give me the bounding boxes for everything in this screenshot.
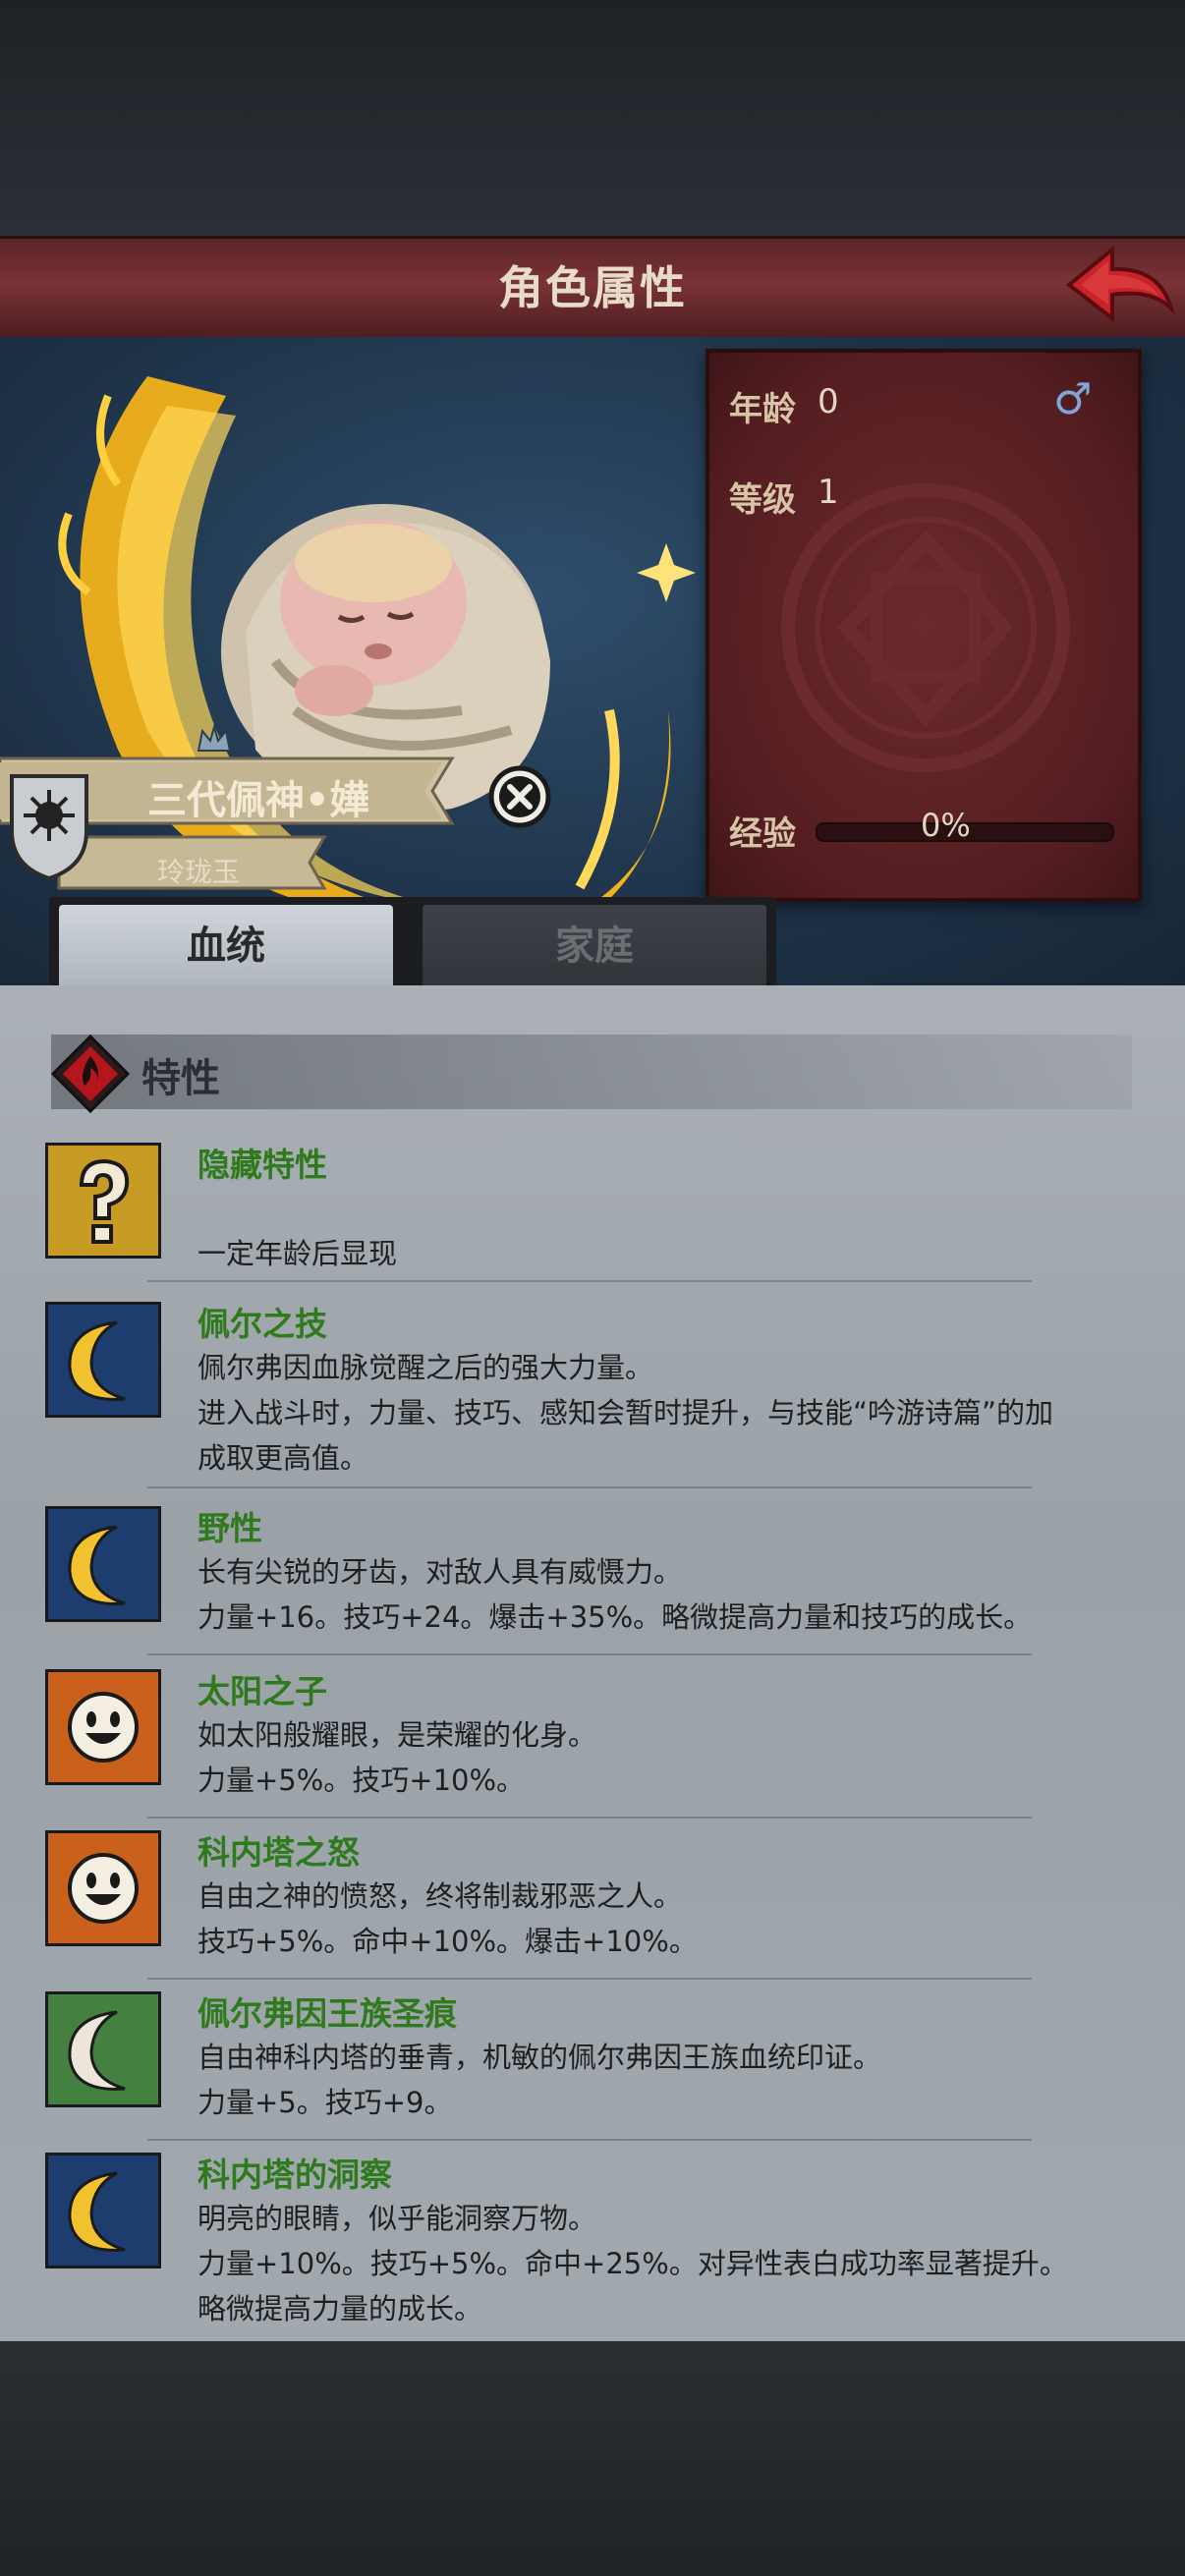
trait-name: 佩尔弗因王族圣痕 — [198, 1994, 457, 2033]
back-arrow-icon — [1065, 245, 1176, 323]
traits-section-title: 特性 — [141, 1056, 220, 1101]
sun-crest-shield-icon — [8, 772, 90, 886]
trait-desc-line: 如太阳般耀眼，是荣耀的化身。 — [198, 1718, 597, 1752]
trait-item-sun-child[interactable]: 太阳之子 如太阳般耀眼，是荣耀的化身。 力量+5%。技巧+10%。 — [45, 1669, 1146, 1807]
trait-divider — [147, 1486, 1032, 1488]
age-value: 0 — [818, 382, 839, 421]
male-icon: ♂ — [1053, 374, 1093, 424]
exp-value: 0% — [921, 807, 971, 844]
trait-divider — [147, 1653, 1032, 1655]
level-label: 等级 — [729, 480, 796, 520]
trait-item-hidden[interactable]: 隐藏特性 一定年龄后显现 — [45, 1143, 1146, 1270]
sparkle-star-icon — [637, 543, 696, 602]
trait-name: 科内塔之怒 — [198, 1833, 360, 1872]
trait-desc-line: 明亮的眼睛，似乎能洞察万物。 — [198, 2202, 597, 2235]
trait-desc-line: 略微提高力量的成长。 — [198, 2292, 483, 2325]
question-icon — [45, 1143, 161, 1259]
trait-name: 太阳之子 — [198, 1672, 327, 1710]
trait-item-koneta-wrath[interactable]: 科内塔之怒 自由之神的愤怒，终将制裁邪恶之人。 技巧+5%。命中+10%。爆击+… — [45, 1830, 1146, 1968]
close-button[interactable] — [487, 764, 552, 829]
crown-icon — [197, 723, 232, 756]
sun-face-icon — [45, 1830, 161, 1946]
trait-desc-line: 佩尔弗因血脉觉醒之后的强大力量。 — [198, 1351, 654, 1384]
trait-item-koneta-insight[interactable]: 科内塔的洞察 明亮的眼睛，似乎能洞察万物。 力量+10%。技巧+5%。命中+25… — [45, 2153, 1146, 2329]
character-info-card: 年龄 0 ♂ 等级 1 经验 0% — [705, 349, 1142, 902]
sun-face-icon — [45, 1669, 161, 1785]
trait-desc-line: 力量+10%。技巧+5%。命中+25%。对异性表白成功率显著提升。 — [198, 2247, 1068, 2280]
trait-desc-line: 一定年龄后显现 — [198, 1237, 398, 1270]
trait-name: 野性 — [198, 1509, 262, 1547]
tab-bar: 血统 家庭 — [49, 897, 776, 987]
page-title: 角色属性 — [498, 261, 687, 314]
crescent-moon-icon — [45, 1506, 161, 1622]
trait-divider — [147, 1978, 1032, 1980]
trait-desc-line: 力量+5。技巧+9。 — [198, 2086, 453, 2119]
close-icon — [488, 765, 551, 828]
tab-bloodline[interactable]: 血统 — [59, 905, 393, 987]
exp-label: 经验 — [729, 814, 796, 854]
white-crescent-icon — [45, 1991, 161, 2107]
character-name: 三代佩神•嬅 — [147, 778, 369, 823]
trait-divider — [147, 2139, 1032, 2141]
trait-item-wild[interactable]: 野性 长有尖锐的牙齿，对敌人具有威慑力。 力量+16。技巧+24。爆击+35%。… — [45, 1506, 1146, 1644]
character-subtitle: 玲珑玉 — [157, 856, 241, 888]
trait-desc-line: 自由之神的愤怒，终将制裁邪恶之人。 — [198, 1879, 683, 1913]
age-label: 年龄 — [729, 390, 796, 429]
tab-family[interactable]: 家庭 — [423, 905, 766, 987]
celtic-knot-emblem — [781, 483, 1070, 772]
crescent-moon-icon — [45, 2153, 161, 2268]
trait-item-royal-stigmata[interactable]: 佩尔弗因王族圣痕 自由神科内塔的垂青，机敏的佩尔弗因王族血统印证。 力量+5。技… — [45, 1991, 1146, 2129]
trait-name: 隐藏特性 — [198, 1146, 327, 1184]
top-band — [0, 0, 1185, 236]
trait-item-peer-skill[interactable]: 佩尔之技 佩尔弗因血脉觉醒之后的强大力量。 进入战斗时，力量、技巧、感知会暂时提… — [45, 1302, 1146, 1479]
trait-desc-line: 成取更高值。 — [198, 1441, 369, 1475]
trait-desc-line: 长有尖锐的牙齿，对敌人具有威慑力。 — [198, 1555, 683, 1589]
level-value: 1 — [818, 473, 839, 512]
crescent-moon-icon — [45, 1302, 161, 1418]
trait-desc-line: 力量+5%。技巧+10%。 — [198, 1764, 526, 1797]
traits-section-header: 特性 — [51, 1035, 1132, 1113]
flame-diamond-icon — [51, 1035, 130, 1113]
bottom-band — [0, 2341, 1185, 2576]
trait-divider — [147, 1817, 1032, 1819]
trait-desc-line: 自由神科内塔的垂青，机敏的佩尔弗因王族血统印证。 — [198, 2041, 882, 2074]
title-bar: 角色属性 — [0, 236, 1185, 340]
trait-name: 科内塔的洞察 — [198, 2156, 392, 2194]
trait-divider — [147, 1280, 1032, 1282]
back-button[interactable] — [1061, 240, 1179, 330]
trait-name: 佩尔之技 — [198, 1305, 327, 1343]
traits-panel: 特性 隐藏特性 一定年龄后显现 佩尔之技 佩尔弗因血脉觉醒之后的强大力量。 进入… — [0, 985, 1185, 2341]
trait-desc-line: 力量+16。技巧+24。爆击+35%。略微提高力量和技巧的成长。 — [198, 1600, 1033, 1634]
trait-desc-line: 进入战斗时，力量、技巧、感知会暂时提升，与技能“吟游诗篇”的加 — [198, 1396, 1054, 1429]
trait-desc-line: 技巧+5%。命中+10%。爆击+10%。 — [198, 1925, 698, 1958]
